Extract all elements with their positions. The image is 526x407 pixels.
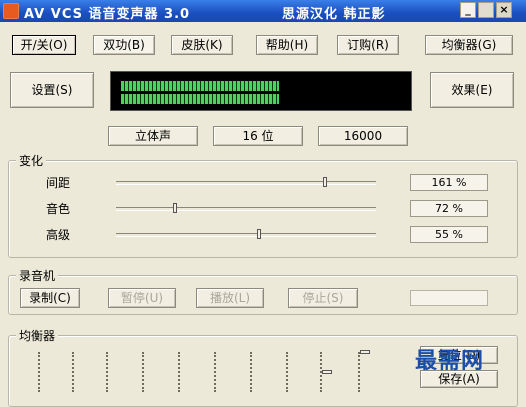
pitch-label: 间距 bbox=[46, 176, 71, 190]
minimize-button[interactable]: _ bbox=[460, 2, 476, 18]
eq-band-6[interactable] bbox=[214, 352, 218, 392]
level-meter-top bbox=[121, 81, 279, 91]
eq-band-10[interactable] bbox=[358, 352, 362, 392]
window-title: AV VCS 语音变声器 3.0 bbox=[24, 7, 191, 22]
timbre-slider-track[interactable] bbox=[116, 207, 376, 211]
settings-button[interactable]: 设置(S) bbox=[10, 72, 94, 108]
eq-band-10-thumb[interactable] bbox=[360, 350, 370, 354]
pause-button[interactable]: 暂停(U) bbox=[108, 288, 176, 308]
play-button[interactable]: 播放(L) bbox=[196, 288, 264, 308]
advanced-slider-thumb[interactable] bbox=[257, 229, 261, 239]
maximize-button[interactable] bbox=[478, 2, 494, 18]
app-icon bbox=[3, 3, 19, 19]
watermark: 最需网 bbox=[415, 348, 485, 374]
change-group-title: 变化 bbox=[16, 152, 47, 169]
pitch-slider-thumb[interactable] bbox=[323, 177, 327, 187]
eq-band-8[interactable] bbox=[286, 352, 290, 392]
record-button[interactable]: 录制(C) bbox=[20, 288, 80, 308]
recorder-status-field bbox=[410, 290, 488, 306]
timbre-label: 音色 bbox=[46, 202, 71, 216]
close-button[interactable]: × bbox=[496, 2, 512, 18]
eq-band-4[interactable] bbox=[142, 352, 146, 392]
title-bar: AV VCS 语音变声器 3.0 思源汉化 韩正影 _ × bbox=[0, 0, 526, 22]
advanced-slider-track[interactable] bbox=[116, 233, 376, 237]
pitch-slider-track[interactable] bbox=[116, 181, 376, 185]
equalizer-button[interactable]: 均衡器(G) bbox=[425, 35, 513, 55]
pitch-value: 161 % bbox=[410, 174, 488, 191]
channels-button[interactable]: 立体声 bbox=[108, 126, 198, 146]
sample-rate-button[interactable]: 16000 bbox=[318, 126, 408, 146]
equalizer-group-title: 均衡器 bbox=[16, 327, 59, 344]
timbre-slider-thumb[interactable] bbox=[173, 203, 177, 213]
bits-button[interactable]: 16 位 bbox=[213, 126, 303, 146]
power-toggle-button[interactable]: 开/关(O) bbox=[12, 35, 76, 55]
eq-band-2[interactable] bbox=[72, 352, 76, 392]
level-meter-bottom bbox=[121, 94, 279, 104]
duplex-button[interactable]: 双功(B) bbox=[93, 35, 155, 55]
level-display bbox=[110, 71, 412, 111]
recorder-group-title: 录音机 bbox=[16, 267, 59, 284]
eq-band-7[interactable] bbox=[250, 352, 254, 392]
effects-button[interactable]: 效果(E) bbox=[430, 72, 514, 108]
eq-band-5[interactable] bbox=[178, 352, 182, 392]
skin-button[interactable]: 皮肤(K) bbox=[171, 35, 233, 55]
order-button[interactable]: 订购(R) bbox=[337, 35, 399, 55]
advanced-label: 高级 bbox=[46, 228, 71, 242]
eq-band-9-thumb[interactable] bbox=[322, 370, 332, 374]
help-button[interactable]: 帮助(H) bbox=[256, 35, 318, 55]
window-subtitle: 思源汉化 韩正影 bbox=[282, 7, 386, 22]
stop-button[interactable]: 停止(S) bbox=[288, 288, 358, 308]
advanced-value: 55 % bbox=[410, 226, 488, 243]
eq-band-3[interactable] bbox=[106, 352, 110, 392]
timbre-value: 72 % bbox=[410, 200, 488, 217]
eq-band-1[interactable] bbox=[38, 352, 42, 392]
